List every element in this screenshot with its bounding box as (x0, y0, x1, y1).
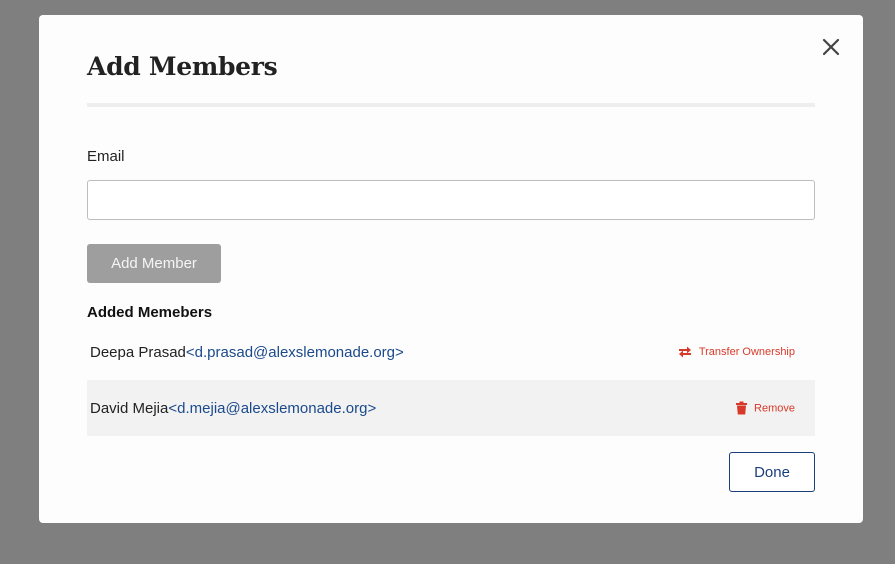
member-name: Deepa Prasad (90, 343, 186, 361)
email-input[interactable] (87, 180, 815, 220)
member-email: <d.mejia@alexslemonade.org> (168, 399, 377, 417)
modal-title: Add Members (87, 52, 278, 81)
title-divider (87, 103, 815, 107)
close-icon[interactable] (821, 37, 841, 57)
member-name: David Mejia (90, 399, 169, 417)
transfer-ownership-label: Transfer Ownership (698, 346, 795, 358)
email-label: Email (87, 148, 125, 165)
done-button[interactable]: Done (729, 452, 815, 492)
remove-member-button[interactable]: Remove (736, 401, 795, 415)
add-member-button[interactable]: Add Member (87, 244, 221, 283)
transfer-icon (678, 346, 692, 358)
transfer-ownership-button[interactable]: Transfer Ownership (678, 346, 795, 358)
add-members-modal: Add Members Email Add Member Added Memeb… (39, 15, 863, 523)
added-members-heading: Added Memebers (87, 304, 213, 321)
member-email: <d.prasad@alexslemonade.org> (185, 343, 404, 361)
trash-icon (736, 401, 748, 415)
remove-label: Remove (754, 402, 795, 414)
member-row: Deepa Prasad <d.prasad@alexslemonade.org>… (87, 324, 815, 380)
member-row: David Mejia <d.mejia@alexslemonade.org> R… (87, 380, 815, 436)
